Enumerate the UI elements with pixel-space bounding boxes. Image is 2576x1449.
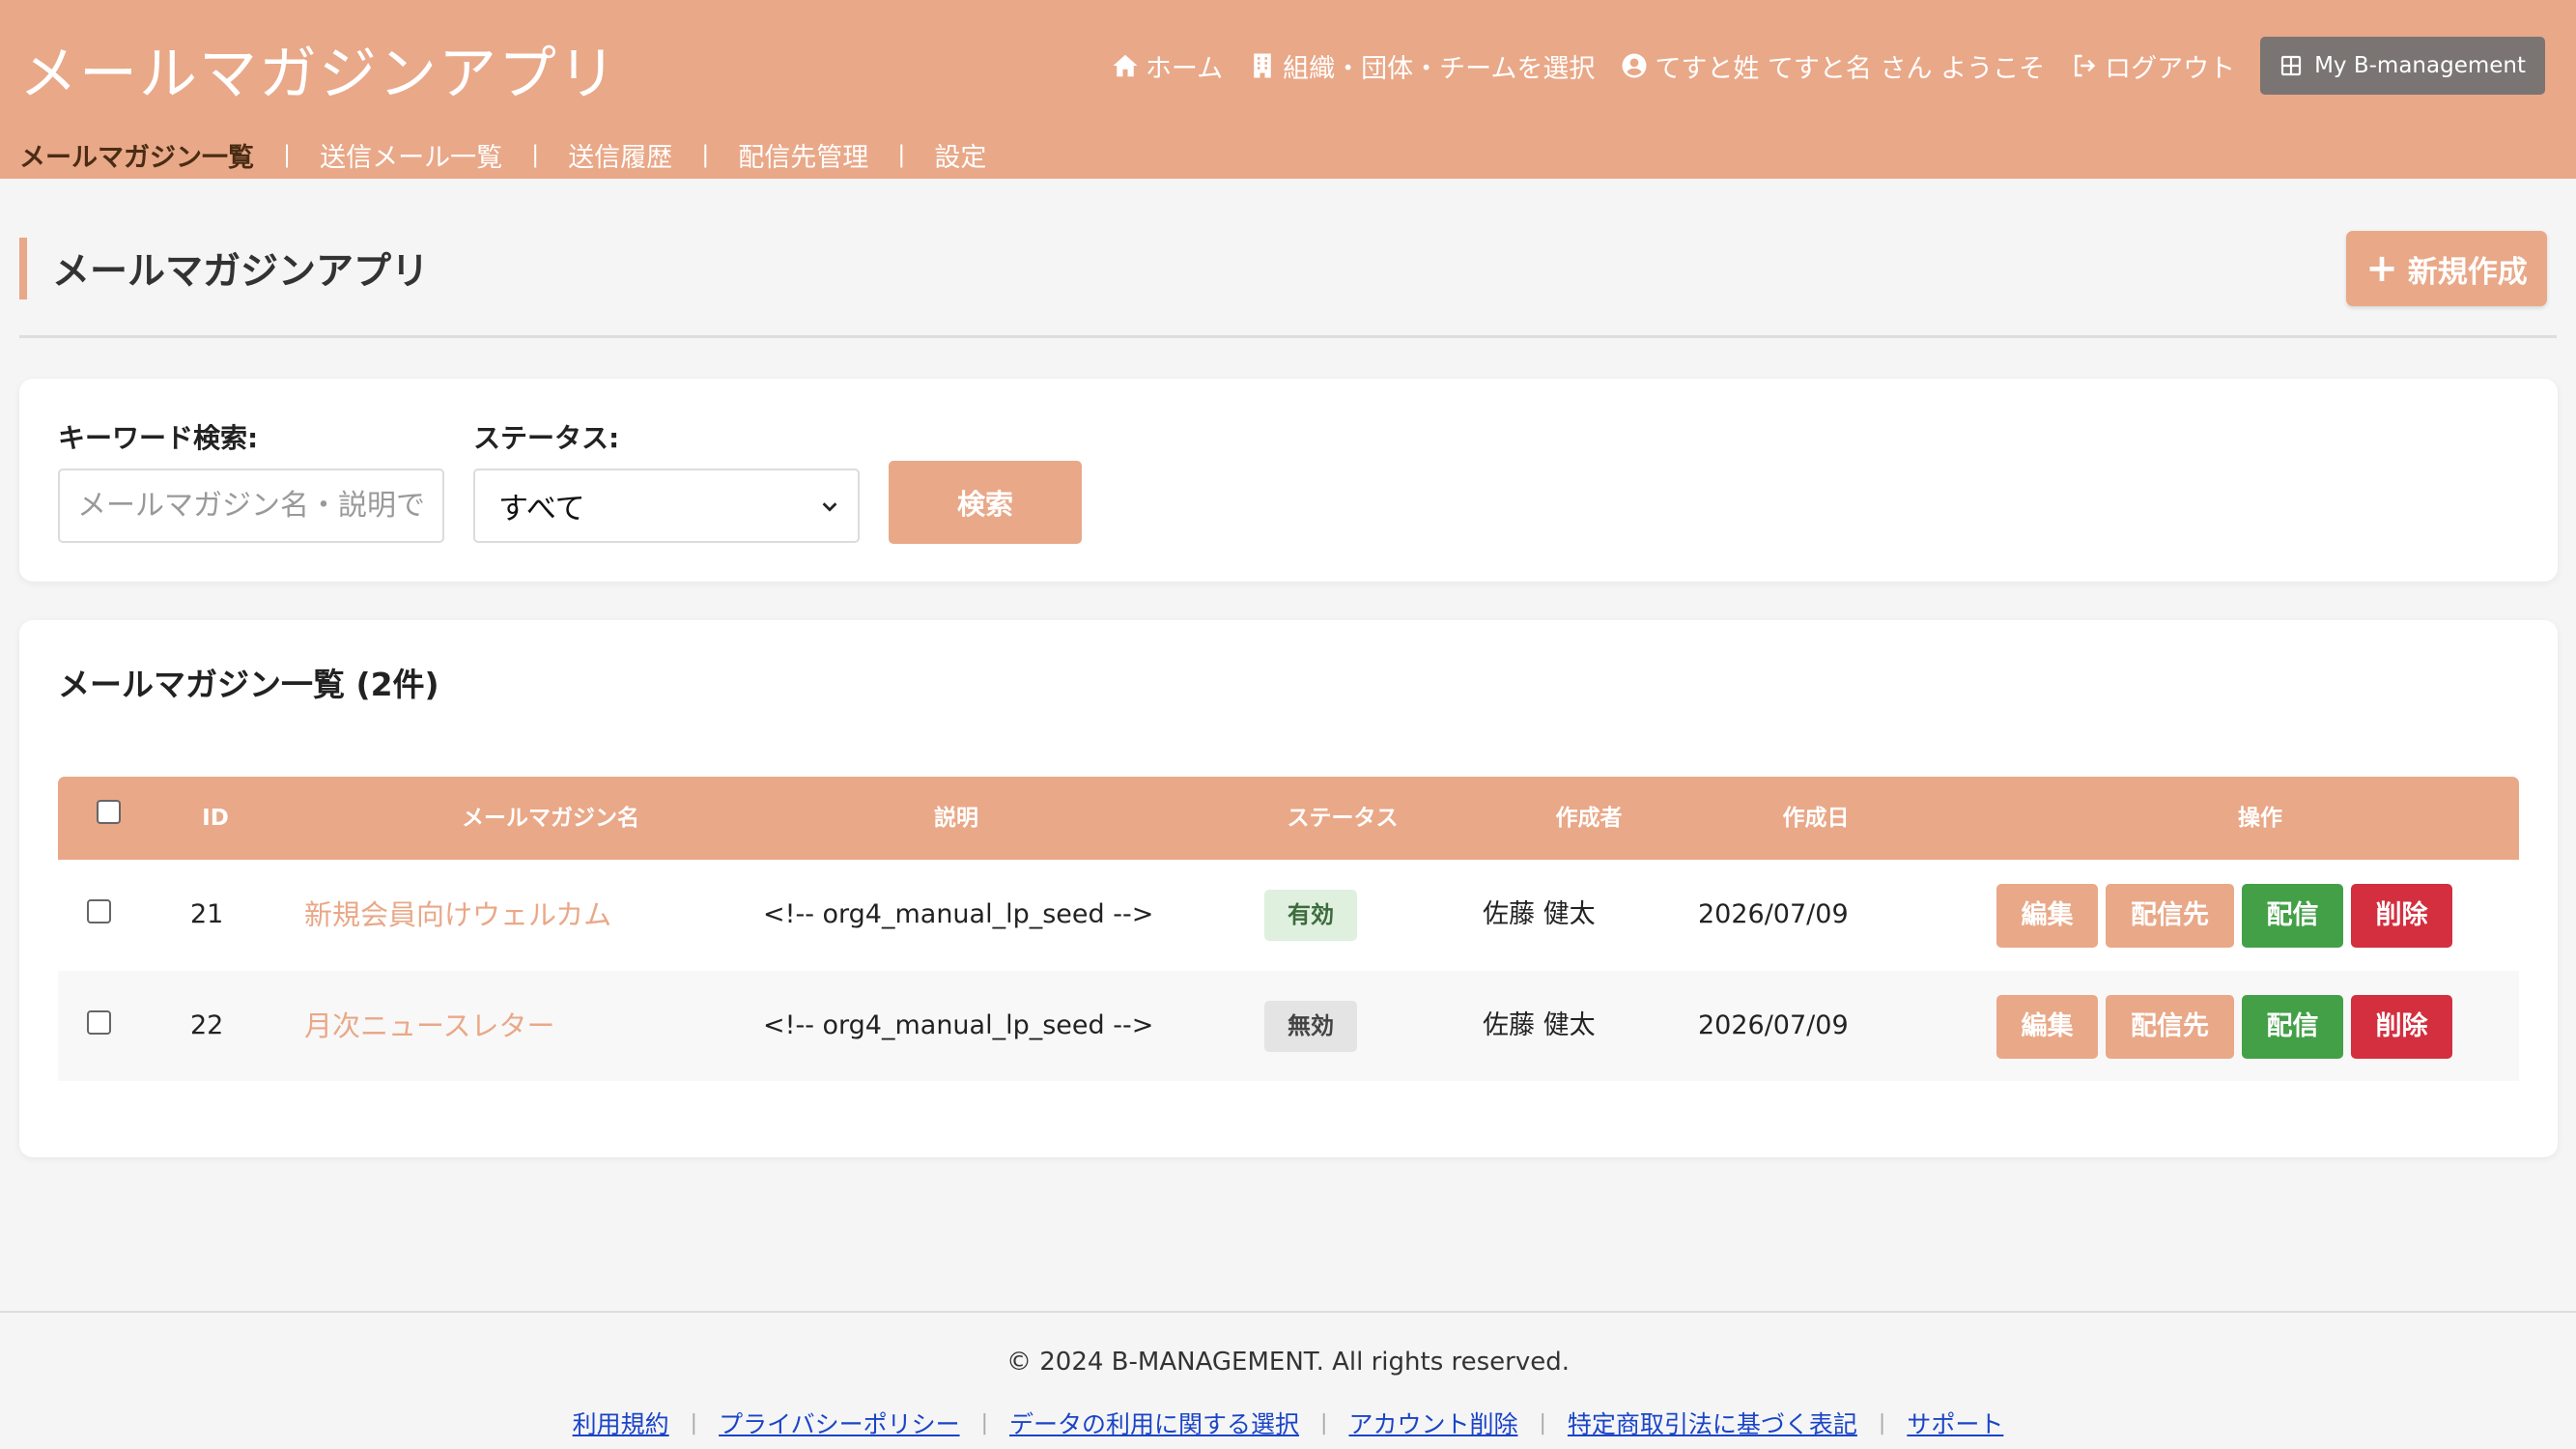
row-description: <!-- org4_manual_lp_seed --> [763,899,1154,929]
top-nav: ホーム 組織・団体・チームを選択 てすと姓 てすと名 さん ようこそ ログアウト… [1111,37,2545,95]
row-id: 22 [190,1010,224,1040]
footer-separator: | [980,1410,989,1435]
column-header-actions: 操作 [2238,806,2282,831]
footer-separator: | [1320,1410,1328,1435]
row-created-date: 2026/07/09 [1698,899,1849,929]
magazine-name-link[interactable]: 月次ニュースレター [304,1009,555,1042]
subnav-item-settings[interactable]: 設定 [934,136,986,174]
new-create-button[interactable]: + 新規作成 [2346,231,2547,306]
deliver-button[interactable]: 配信 [2242,884,2343,948]
table-row: 22 月次ニュースレター <!-- org4_manual_lp_seed --… [58,971,2519,1081]
nav-user-greeting[interactable]: てすと姓 てすと名 さん ようこそ [1620,47,2045,85]
footer-link-support[interactable]: サポート [1907,1406,2003,1440]
column-header-id: ID [202,806,229,831]
sub-nav: メールマガジン一覧 | 送信メール一覧 | 送信履歴 | 配信先管理 | 設定 [19,135,986,174]
delete-button[interactable]: 削除 [2351,884,2452,948]
subnav-separator: | [701,141,710,168]
footer-separator: | [690,1410,698,1435]
nav-logout-label: ログアウト [2105,53,2236,84]
row-author: 佐藤 健太 [1483,899,1596,929]
row-checkbox[interactable] [87,1010,111,1035]
subnav-item-recipient-management[interactable]: 配信先管理 [738,136,868,174]
footer-link-terms[interactable]: 利用規約 [573,1406,669,1440]
grid-icon [2280,55,2302,76]
nav-user-greeting-label: てすと姓 てすと名 さん ようこそ [1655,53,2046,84]
app-title: メールマガジンアプリ [19,41,618,108]
row-description: <!-- org4_manual_lp_seed --> [763,1010,1154,1040]
subnav-separator: | [283,141,292,168]
chevron-down-icon [822,501,837,512]
heading-divider [19,335,2557,338]
column-header-name: メールマガジン名 [462,806,639,831]
row-author: 佐藤 健太 [1483,1010,1596,1040]
footer-link-account-deletion[interactable]: アカウント削除 [1348,1406,1517,1440]
row-checkbox[interactable] [87,899,111,923]
status-filter-value: すべて [498,492,585,526]
building-icon [1254,53,1271,78]
app-header: メールマガジンアプリ ホーム 組織・団体・チームを選択 てすと姓 てすと名 さん… [0,0,2576,179]
copyright-text: © 2024 B-MANAGEMENT. All rights reserved… [1005,1348,1571,1377]
status-badge: 有効 [1264,890,1357,941]
deliver-button[interactable]: 配信 [2242,995,2343,1059]
subnav-item-magazine-list[interactable]: メールマガジン一覧 [19,136,254,174]
row-created-date: 2026/07/09 [1698,1010,1849,1040]
subnav-item-sent-mail-list[interactable]: 送信メール一覧 [320,136,502,174]
user-circle-icon [1622,53,1647,78]
footer-link-privacy[interactable]: プライバシーポリシー [719,1406,960,1440]
edit-button[interactable]: 編集 [1996,995,2098,1059]
select-all-checkbox[interactable] [97,800,121,824]
page-title: メールマガジンアプリ [19,238,429,299]
page-footer: © 2024 B-MANAGEMENT. All rights reserved… [0,1311,2576,1449]
my-bmanagement-label: My B-management [2314,53,2526,78]
search-button[interactable]: 検索 [889,461,1082,544]
nav-home-link[interactable]: ホーム [1111,47,1223,85]
recipients-button[interactable]: 配信先 [2106,884,2234,948]
keyword-search-label: キーワード検索: [58,422,259,454]
column-header-author: 作成者 [1555,806,1623,831]
nav-home-label: ホーム [1145,53,1224,84]
edit-button[interactable]: 編集 [1996,884,2098,948]
nav-logout-link[interactable]: ログアウト [2070,47,2235,85]
magazine-list-title: メールマガジン一覧 (2件) [58,666,439,703]
column-header-status: ステータス [1287,806,1399,831]
home-icon [1113,54,1138,77]
logout-icon [2075,54,2096,77]
subnav-separator: | [897,141,906,168]
column-header-description: 説明 [934,806,978,831]
nav-select-org-link[interactable]: 組織・団体・チームを選択 [1248,47,1595,85]
footer-separator: | [1539,1410,1546,1435]
new-create-label: 新規作成 [2407,254,2528,290]
magazine-list-card: メールマガジン一覧 (2件) ID メールマガジン名 説明 ステータス 作成者 … [19,620,2558,1157]
column-header-created: 作成日 [1782,806,1850,831]
footer-separator: | [1878,1410,1886,1435]
status-filter-label: ステータス: [473,422,620,454]
footer-link-commercial-law[interactable]: 特定商取引法に基づく表記 [1568,1406,1857,1440]
search-card: キーワード検索: ステータス: すべて 検索 [19,379,2558,582]
footer-link-data-choices[interactable]: データの利用に関する選択 [1009,1406,1299,1440]
footer-links: 利用規約 | プライバシーポリシー | データの利用に関する選択 | アカウント… [0,1406,2576,1440]
row-id: 21 [190,899,224,929]
delete-button[interactable]: 削除 [2351,995,2452,1059]
table-header: ID メールマガジン名 説明 ステータス 作成者 作成日 操作 [58,777,2519,860]
plus-icon: + [2365,246,2398,291]
subnav-separator: | [531,141,540,168]
subnav-item-send-history[interactable]: 送信履歴 [568,136,672,174]
status-badge: 無効 [1264,1001,1357,1052]
my-bmanagement-button[interactable]: My B-management [2260,37,2545,95]
status-filter-select[interactable]: すべて [473,469,860,543]
nav-select-org-label: 組織・団体・チームを選択 [1283,53,1596,84]
table-row: 21 新規会員向けウェルカム <!-- org4_manual_lp_seed … [58,860,2519,970]
magazine-name-link[interactable]: 新規会員向けウェルカム [304,898,611,931]
recipients-button[interactable]: 配信先 [2106,995,2234,1059]
keyword-search-input[interactable] [58,469,444,543]
